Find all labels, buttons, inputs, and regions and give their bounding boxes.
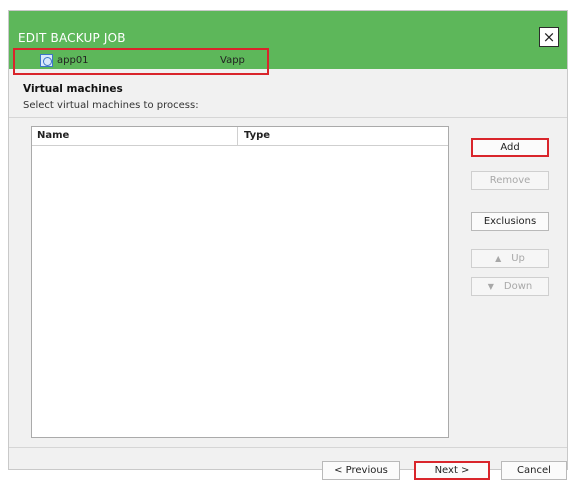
vapp-icon bbox=[40, 54, 53, 67]
remove-button[interactable]: Remove bbox=[471, 171, 549, 190]
cancel-button[interactable]: Cancel bbox=[501, 461, 567, 480]
down-button-label: Down bbox=[503, 281, 533, 292]
next-button[interactable]: Next > bbox=[414, 461, 490, 480]
column-header-name[interactable]: Name bbox=[37, 130, 69, 141]
previous-button[interactable]: < Previous bbox=[322, 461, 400, 480]
edit-backup-job-dialog: EDIT BACKUP JOB × Virtual machines Selec… bbox=[8, 10, 568, 480]
column-divider[interactable] bbox=[237, 127, 238, 145]
down-button[interactable]: ▼ Down bbox=[471, 277, 549, 296]
up-button-label: Up bbox=[511, 253, 525, 264]
section-title: Virtual machines bbox=[23, 83, 123, 95]
virtual-machines-list[interactable]: Name Type bbox=[31, 126, 449, 438]
column-header-type[interactable]: Type bbox=[244, 130, 270, 141]
arrow-up-icon: ▲ bbox=[495, 254, 502, 263]
exclusions-button[interactable]: Exclusions bbox=[471, 212, 549, 231]
vm-row-type: Vapp bbox=[220, 55, 245, 66]
arrow-down-icon: ▼ bbox=[487, 282, 494, 291]
dialog-title: EDIT BACKUP JOB bbox=[18, 31, 126, 45]
close-icon[interactable]: × bbox=[539, 27, 559, 47]
footer-separator bbox=[9, 447, 567, 448]
section-subtitle: Select virtual machines to process: bbox=[23, 100, 199, 111]
add-button[interactable]: Add bbox=[471, 138, 549, 157]
vm-row-name: app01 bbox=[57, 55, 89, 66]
up-button[interactable]: ▲ Up bbox=[471, 249, 549, 268]
list-header: Name Type bbox=[32, 127, 448, 146]
header-separator bbox=[9, 117, 567, 118]
